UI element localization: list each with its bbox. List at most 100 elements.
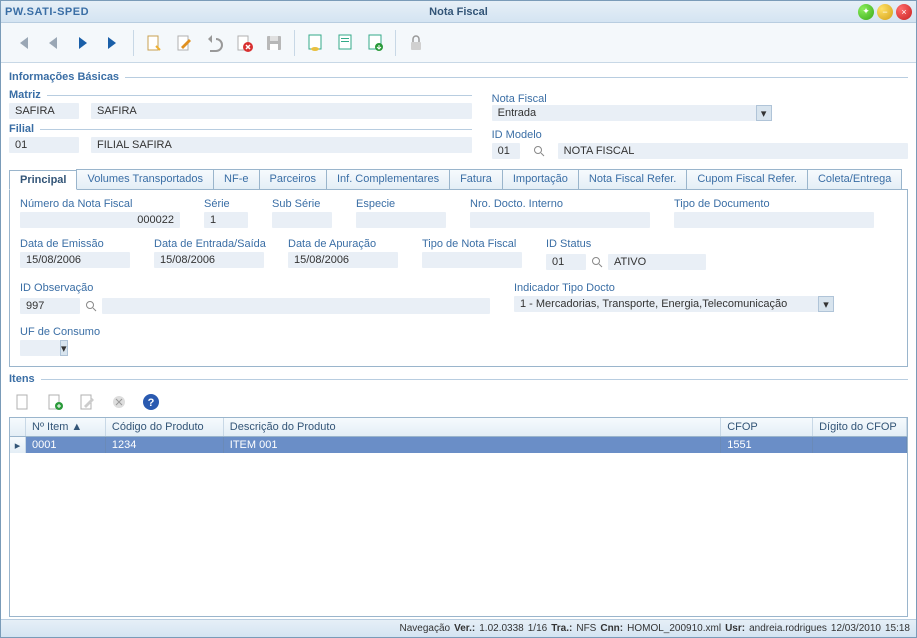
tab-nf-refer[interactable]: Nota Fiscal Refer. [578, 169, 687, 189]
search-icon[interactable] [590, 255, 604, 269]
export-button[interactable] [361, 29, 389, 57]
grid-header: Nº Item▲ Código do Produto Descrição do … [10, 418, 907, 437]
data-emissao-value: 15/08/2006 [20, 252, 130, 268]
ind-tipo-dropdown[interactable]: ▾ [818, 296, 834, 312]
ind-tipo-label: Indicador Tipo Docto [514, 282, 834, 294]
nota-fiscal-dropdown[interactable]: ▾ [756, 105, 772, 121]
item-delete-button[interactable] [105, 388, 133, 416]
tab-importacao[interactable]: Importação [502, 169, 579, 189]
nro-docto-label: Nro. Docto. Interno [470, 198, 650, 210]
idmodelo-label: ID Modelo [492, 129, 908, 141]
save-button[interactable] [260, 29, 288, 57]
svg-text:?: ? [148, 397, 155, 409]
idstatus-code: 01 [546, 254, 586, 270]
especie-value [356, 212, 446, 228]
report1-button[interactable] [301, 29, 329, 57]
tipo-doc-value [674, 212, 874, 228]
tipo-nf-label: Tipo de Nota Fiscal [422, 238, 522, 250]
status-usr: andreia.rodrigues [749, 623, 827, 634]
report2-button[interactable] [331, 29, 359, 57]
idobs-name [102, 298, 490, 314]
tipo-doc-label: Tipo de Documento [674, 198, 874, 210]
search-icon[interactable] [532, 144, 546, 158]
item-toolbar: ? [9, 387, 908, 417]
close-button[interactable]: × [896, 4, 912, 20]
subserie-value [272, 212, 332, 228]
tab-volumes[interactable]: Volumes Transportados [76, 169, 214, 189]
search-icon[interactable] [84, 299, 98, 313]
item-edit-button[interactable] [73, 388, 101, 416]
idstatus-name: ATIVO [608, 254, 706, 270]
idmodelo-name: NOTA FISCAL [558, 143, 908, 159]
uf-consumo-value [20, 340, 60, 356]
toolbar-separator [395, 30, 396, 56]
grid-header-descricao[interactable]: Descrição do Produto [224, 418, 721, 436]
idobs-label: ID Observação [20, 282, 490, 294]
app-logo: PW.SATI-SPED [5, 6, 89, 18]
tab-coleta-entrega[interactable]: Coleta/Entrega [807, 169, 902, 189]
toolbar-separator [294, 30, 295, 56]
edit-button[interactable] [170, 29, 198, 57]
table-row[interactable]: ▸ 0001 1234 ITEM 001 1551 [10, 437, 907, 453]
cell-num-item: 0001 [26, 437, 106, 453]
tab-nfe[interactable]: NF-e [213, 169, 259, 189]
nav-next-button[interactable] [69, 29, 97, 57]
serie-label: Série [204, 198, 248, 210]
numero-nf-value: 000022 [20, 212, 180, 228]
titlebar: PW.SATI-SPED Nota Fiscal ✦ − × [1, 1, 916, 23]
nro-docto-value [470, 212, 650, 228]
sort-asc-icon: ▲ [71, 421, 82, 433]
section-basic-title: Informações Básicas [9, 71, 908, 83]
filial-code: 01 [9, 137, 79, 153]
row-indicator-icon: ▸ [10, 437, 26, 453]
delete-button[interactable] [230, 29, 258, 57]
item-help-button[interactable]: ? [137, 388, 165, 416]
grid-header-num-item[interactable]: Nº Item▲ [26, 418, 106, 436]
subserie-label: Sub Série [272, 198, 332, 210]
status-ver-label: Ver.: [454, 623, 475, 634]
uf-consumo-dropdown[interactable]: ▾ [60, 340, 68, 356]
item-add-button[interactable] [41, 388, 69, 416]
tab-cupom-refer[interactable]: Cupom Fiscal Refer. [686, 169, 808, 189]
tab-parceiros[interactable]: Parceiros [259, 169, 327, 189]
status-nav: Navegação [400, 623, 451, 634]
section-filial-title: Filial [9, 123, 472, 135]
matriz-code: SAFIRA [9, 103, 79, 119]
matriz-name: SAFIRA [91, 103, 472, 119]
grid-header-digito[interactable]: Dígito do CFOP [813, 418, 907, 436]
grid-header-codigo[interactable]: Código do Produto [106, 418, 224, 436]
ind-tipo-value: 1 - Mercadorias, Transporte, Energia,Tel… [514, 296, 818, 312]
tab-inf-complementares[interactable]: Inf. Complementares [326, 169, 450, 189]
status-tra-label: Tra.: [551, 623, 572, 634]
new-button[interactable] [140, 29, 168, 57]
section-itens-title: Itens [9, 373, 908, 385]
serie-value: 1 [204, 212, 248, 228]
data-entrada-value: 15/08/2006 [154, 252, 264, 268]
data-apuracao-label: Data de Apuração [288, 238, 398, 250]
minimize-button[interactable]: − [877, 4, 893, 20]
numero-nf-label: Número da Nota Fiscal [20, 198, 180, 210]
tabpanel-principal: Número da Nota Fiscal 000022 Série 1 Sub… [9, 190, 908, 367]
tab-fatura[interactable]: Fatura [449, 169, 503, 189]
grid-header-cfop[interactable]: CFOP [721, 418, 813, 436]
statusbar: Navegação Ver.: 1.02.0338 1/16 Tra.: NFS… [1, 619, 916, 637]
item-new-button[interactable] [9, 388, 37, 416]
idstatus-label: ID Status [546, 238, 706, 250]
tipo-nf-value [422, 252, 522, 268]
nav-prev-button[interactable] [39, 29, 67, 57]
nav-last-button[interactable] [99, 29, 127, 57]
grid-rowselector-header [10, 418, 26, 436]
data-apuracao-value: 15/08/2006 [288, 252, 398, 268]
nav-first-button[interactable] [9, 29, 37, 57]
items-grid: Nº Item▲ Código do Produto Descrição do … [9, 417, 908, 617]
status-date: 12/03/2010 [831, 623, 881, 634]
status-cnn: HOMOL_200910.xml [627, 623, 721, 634]
undo-button[interactable] [200, 29, 228, 57]
status-time: 15:18 [885, 623, 910, 634]
grid-body: ▸ 0001 1234 ITEM 001 1551 [10, 437, 907, 616]
status-cnn-label: Cnn: [600, 623, 623, 634]
uf-consumo-label: UF de Consumo [20, 326, 80, 338]
lock-button[interactable] [402, 29, 430, 57]
tab-principal[interactable]: Principal [9, 170, 77, 190]
maximize-button[interactable]: ✦ [858, 4, 874, 20]
